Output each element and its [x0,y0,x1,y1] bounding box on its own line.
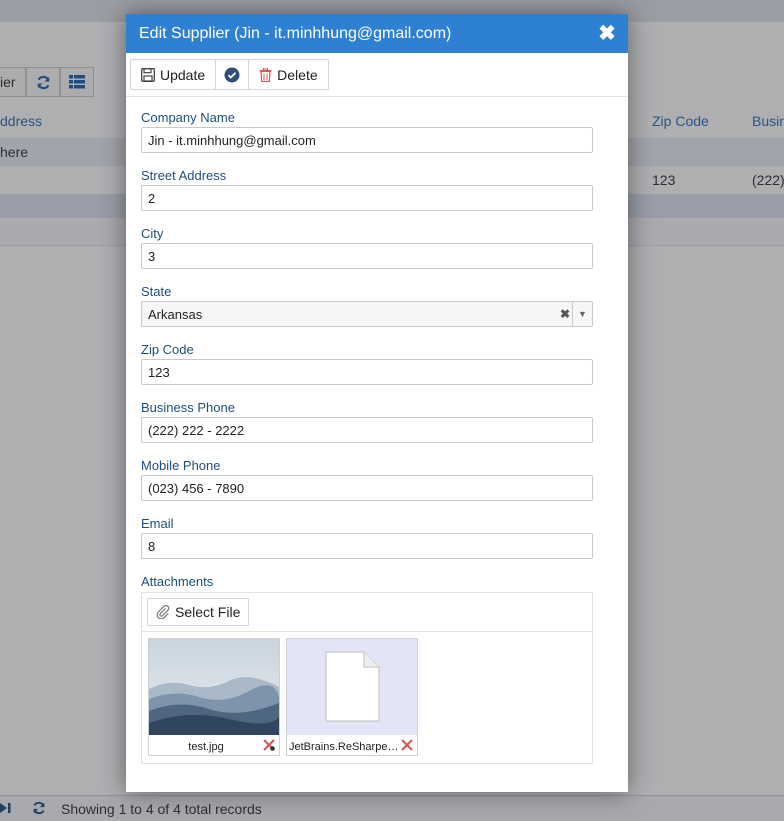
toolbar-button-group: Update Delete [130,59,329,90]
attachment-filename: JetBrains.ReSharper... [289,741,399,753]
mobile-phone-label: Mobile Phone [141,458,221,473]
attachment-filename: test.jpg [188,741,224,753]
email-input[interactable] [141,533,593,559]
zip-code-input[interactable] [141,359,593,385]
dialog-toolbar: Update Delete [126,53,628,97]
trash-icon [259,67,272,82]
check-circle-icon [224,67,240,83]
document-icon [325,651,380,722]
street-address-field: Street Address [141,167,628,225]
delete-attachment-icon[interactable] [262,738,276,752]
supplier-form: Company Name Street Address City State A… [126,97,628,764]
attachments-label: Attachments [141,574,214,589]
close-icon: ✖ [598,21,616,45]
select-file-label: Select File [175,604,241,620]
dialog-title-bar: Edit Supplier (Jin - it.minhhung@gmail.c… [126,14,628,53]
business-phone-label: Business Phone [141,400,235,415]
city-input[interactable] [141,243,593,269]
dialog-title: Edit Supplier (Jin - it.minhhung@gmail.c… [139,24,452,42]
zip-code-label: Zip Code [141,342,194,357]
attachment-item[interactable]: JetBrains.ReSharper... [286,638,418,756]
attachments-toolbar: Select File [142,593,592,632]
state-field: State Arkansas ✖ ▼ [141,283,628,341]
state-select[interactable]: Arkansas ✖ ▼ [141,301,593,327]
email-label: Email [141,516,174,531]
company-name-input[interactable] [141,127,593,153]
business-phone-input[interactable] [141,417,593,443]
zip-code-field: Zip Code [141,341,628,399]
attachments-box: Select File test.jpg JetBrains.ReSharper… [141,592,593,764]
paperclip-icon [156,605,170,619]
image-thumbnail [149,639,279,735]
mobile-phone-field: Mobile Phone [141,457,628,515]
business-phone-field: Business Phone [141,399,628,457]
clear-icon[interactable]: ✖ [560,307,570,321]
state-label: State [141,284,172,299]
city-field: City [141,225,628,283]
city-label: City [141,226,164,241]
close-button[interactable]: ✖ [597,21,617,45]
company-name-label: Company Name [141,110,235,125]
edit-supplier-dialog: Edit Supplier (Jin - it.minhhung@gmail.c… [126,14,628,792]
street-address-label: Street Address [141,168,227,183]
update-button[interactable]: Update [131,60,217,89]
state-selected-value: Arkansas [148,306,203,322]
street-address-input[interactable] [141,185,593,211]
select-file-button[interactable]: Select File [147,598,250,626]
delete-button[interactable]: Delete [249,60,327,89]
apply-button[interactable] [216,60,250,89]
email-field: Email [141,515,628,573]
delete-label: Delete [277,66,318,83]
delete-attachment-icon[interactable] [400,738,414,752]
save-icon [141,67,155,82]
update-label: Update [160,66,206,83]
mobile-phone-input[interactable] [141,475,593,501]
document-thumbnail [287,639,417,735]
dropdown-arrow-icon[interactable]: ▼ [572,302,592,326]
attachment-list: test.jpg JetBrains.ReSharper... [142,632,592,756]
company-name-field: Company Name [141,109,628,167]
attachment-item[interactable]: test.jpg [148,638,280,756]
